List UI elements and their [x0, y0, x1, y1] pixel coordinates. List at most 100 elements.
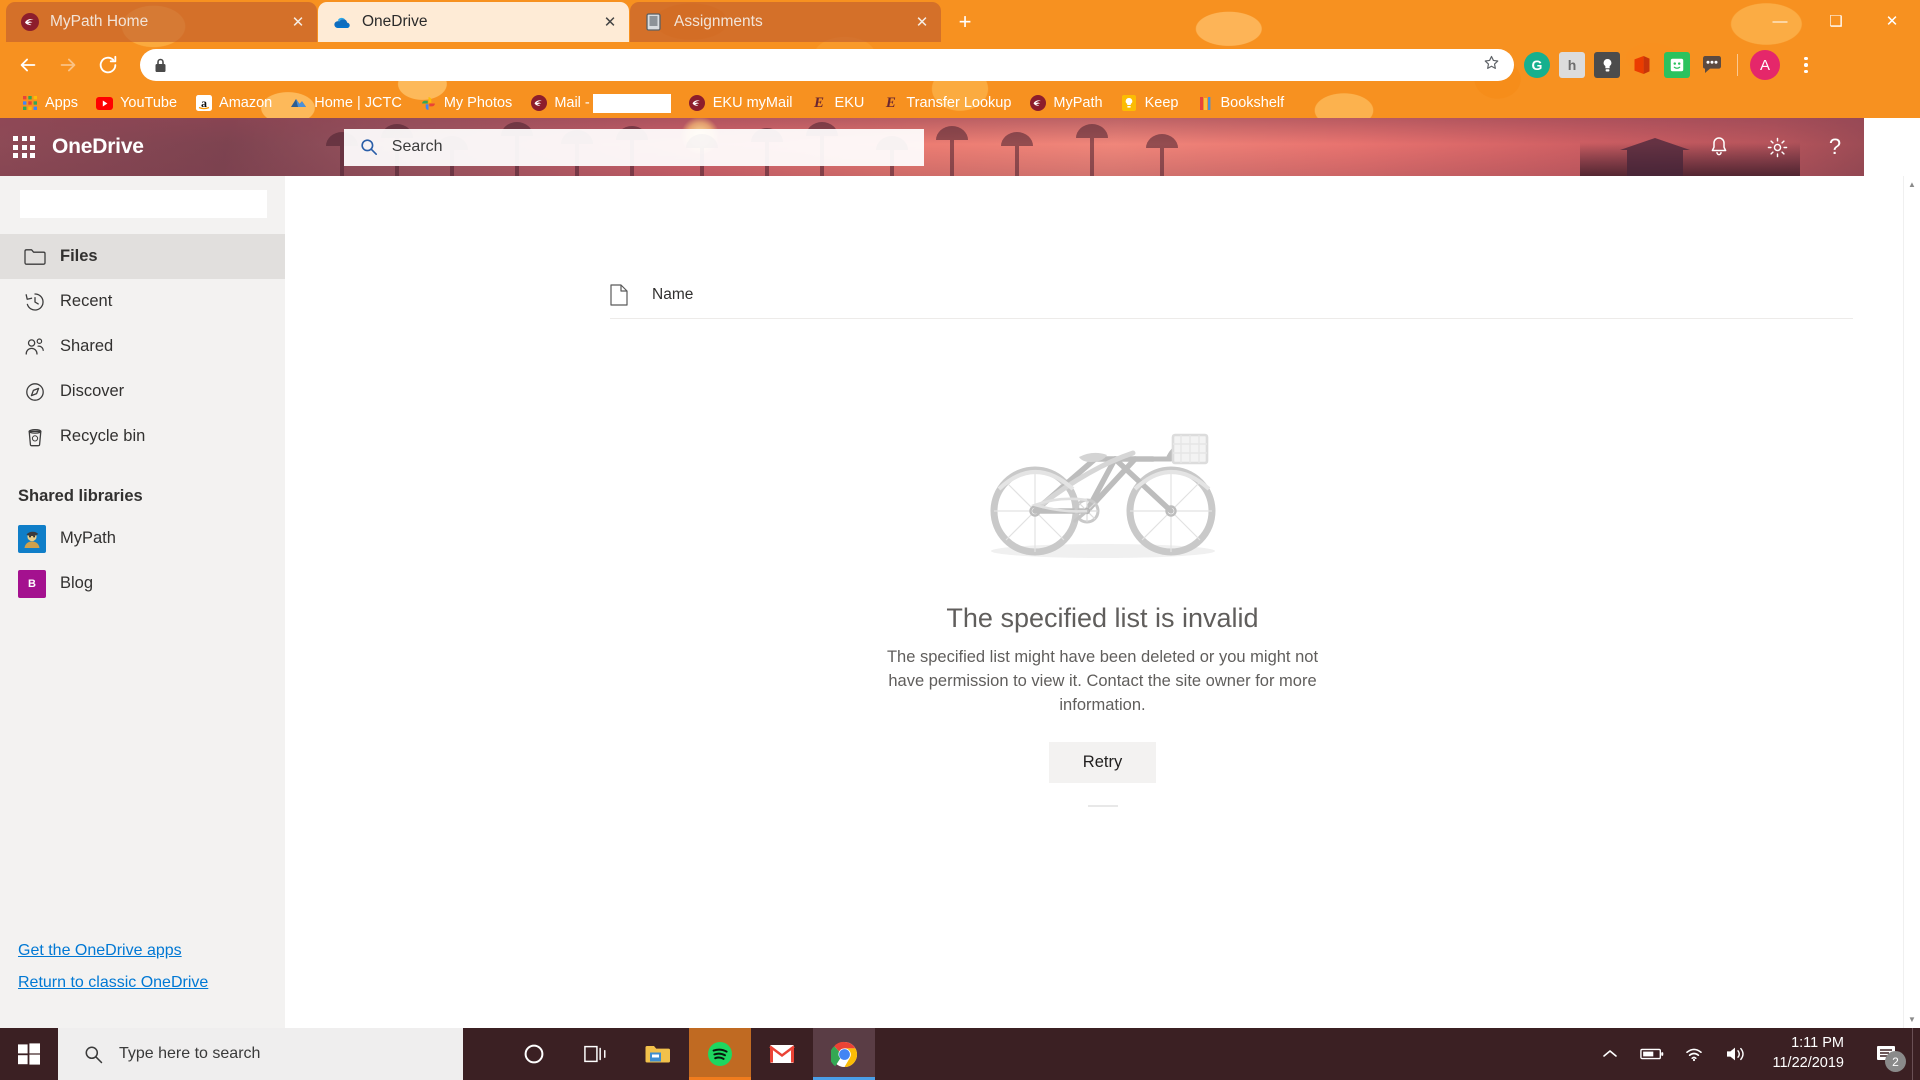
redacted-account-avatar[interactable]: [1864, 118, 1920, 176]
blog-library-icon: B: [18, 569, 46, 598]
chrome-icon[interactable]: [813, 1028, 875, 1080]
bookmark-label: Home | JCTC: [314, 95, 402, 111]
bookmark-label: EKU: [834, 95, 865, 111]
help-question-icon[interactable]: ?: [1806, 118, 1864, 176]
bookmark-label: Amazon: [219, 95, 273, 111]
onedrive-sidebar: Files Recent Shared Discover Recycle bin…: [0, 176, 285, 1028]
tab-strip: MyPath Home ✕ OneDrive ✕ Assignments ✕ +: [0, 0, 1920, 42]
smiley-extension-icon[interactable]: [1664, 52, 1690, 78]
mypath-library-icon: [18, 524, 46, 553]
browser-toolbar: G h A: [0, 42, 1920, 88]
minimize-button[interactable]: —: [1752, 0, 1808, 42]
retry-button[interactable]: Retry: [1048, 741, 1157, 783]
back-arrow-icon[interactable]: [10, 47, 46, 83]
people-icon: [18, 336, 52, 357]
taskbar-app-icons: [503, 1028, 875, 1080]
sidebar-library-mypath[interactable]: MyPath: [0, 516, 285, 561]
scroll-down-arrow[interactable]: ▼: [1904, 1011, 1920, 1028]
bookmark-amazon[interactable]: a Home | JCTC Amazon: [186, 90, 281, 116]
show-hidden-icons-chevron[interactable]: [1589, 1028, 1631, 1080]
eku-icon: E: [885, 94, 896, 111]
clock-history-icon: [18, 291, 52, 313]
search-icon: [84, 1045, 103, 1064]
close-icon[interactable]: ✕: [601, 13, 619, 31]
tab-title: Assignments: [674, 13, 763, 30]
bookmark-bookshelf[interactable]: Bookshelf: [1187, 90, 1293, 116]
file-explorer-icon[interactable]: [627, 1028, 689, 1080]
browser-tab-assignments[interactable]: Assignments ✕: [630, 2, 941, 42]
bookmark-youtube[interactable]: YouTube: [87, 90, 186, 116]
lightbulb-extension-icon[interactable]: [1594, 52, 1620, 78]
browser-tab-mypath-home[interactable]: MyPath Home ✕: [6, 2, 317, 42]
bookmark-mypath[interactable]: MyPath: [1020, 90, 1111, 116]
sidebar-item-discover[interactable]: Discover: [0, 369, 285, 414]
cortana-icon[interactable]: [503, 1028, 565, 1080]
windows-taskbar: Type here to search 1:11 PM 11/22/2019 2: [0, 1028, 1920, 1080]
bookmark-label: My Photos: [443, 95, 513, 111]
window-controls: — ❑ ✕: [1752, 0, 1920, 42]
sidebar-library-blog[interactable]: B Blog: [0, 561, 285, 606]
star-icon[interactable]: [1483, 54, 1500, 76]
trash-icon: [18, 426, 52, 447]
bookshelf-icon: [1196, 95, 1213, 112]
google-keep-icon: [1121, 95, 1138, 112]
wifi-icon[interactable]: [1673, 1028, 1715, 1080]
profile-avatar[interactable]: A: [1750, 50, 1780, 80]
get-onedrive-apps-link[interactable]: Get the OneDrive apps: [18, 942, 285, 960]
mypath-icon: [689, 95, 706, 112]
sidebar-item-recycle-bin[interactable]: Recycle bin: [0, 414, 285, 459]
redacted-email-text: [592, 93, 671, 113]
chrome-menu-icon[interactable]: [1793, 56, 1819, 74]
bookmark-keep[interactable]: Keep: [1112, 90, 1188, 116]
bookmark-label: Mail -: [554, 95, 590, 111]
bookmark-home-jctc[interactable]: Home | JCTC: [281, 90, 411, 116]
close-window-button[interactable]: ✕: [1864, 0, 1920, 42]
taskbar-search-input[interactable]: Type here to search: [58, 1028, 463, 1080]
address-bar[interactable]: [140, 49, 1514, 81]
reload-icon[interactable]: [90, 47, 126, 83]
sidebar-item-recent[interactable]: Recent: [0, 279, 285, 324]
honey-extension-icon[interactable]: h: [1559, 52, 1585, 78]
new-tab-button[interactable]: +: [948, 5, 982, 39]
grammarly-extension-icon[interactable]: G: [1524, 52, 1550, 78]
maximize-button[interactable]: ❑: [1808, 0, 1864, 42]
settings-gear-icon[interactable]: [1748, 118, 1806, 176]
task-view-icon[interactable]: [565, 1028, 627, 1080]
app-launcher-waffle-icon[interactable]: [0, 118, 48, 176]
bookmark-transfer-lookup[interactable]: E Transfer Lookup: [873, 90, 1020, 116]
onedrive-brand-label[interactable]: OneDrive: [52, 135, 144, 159]
windows-start-icon[interactable]: [0, 1028, 58, 1080]
sidebar-item-shared[interactable]: Shared: [0, 324, 285, 369]
action-center-icon[interactable]: 2: [1860, 1028, 1912, 1080]
office-extension-icon[interactable]: [1629, 52, 1655, 78]
bookmark-eku-mymail[interactable]: EKU myMail: [680, 90, 802, 116]
sidebar-item-label: Discover: [60, 382, 125, 400]
empty-state: The specified list is invalid The specif…: [285, 319, 1920, 1028]
close-icon[interactable]: ✕: [289, 13, 307, 31]
show-desktop-button[interactable]: [1912, 1028, 1920, 1080]
chat-extension-icon[interactable]: [1699, 52, 1725, 78]
taskbar-search-placeholder: Type here to search: [119, 1045, 261, 1062]
bookmark-mail[interactable]: Mail -: [521, 90, 679, 116]
spotify-icon[interactable]: [689, 1028, 751, 1080]
forward-arrow-icon: [50, 47, 86, 83]
bookmark-apps[interactable]: Apps: [12, 90, 87, 116]
taskbar-clock[interactable]: 1:11 PM 11/22/2019: [1757, 1034, 1861, 1073]
return-classic-onedrive-link[interactable]: Return to classic OneDrive: [18, 974, 285, 992]
onedrive-search-box[interactable]: Search: [343, 128, 924, 166]
notifications-bell-icon[interactable]: [1690, 118, 1748, 176]
sidebar-search-input[interactable]: [20, 190, 267, 218]
bookmark-eku[interactable]: E EKU: [802, 90, 874, 116]
onedrive-suite-bar: OneDrive Search ?: [0, 118, 1920, 176]
volume-icon[interactable]: [1715, 1028, 1757, 1080]
content-scrollbar[interactable]: ▲ ▼: [1903, 176, 1920, 1028]
battery-icon[interactable]: [1631, 1028, 1673, 1080]
url-text[interactable]: [179, 57, 1483, 73]
scroll-up-arrow[interactable]: ▲: [1904, 176, 1920, 193]
bookmark-my-photos[interactable]: My Photos: [411, 90, 522, 116]
sidebar-item-files[interactable]: Files: [0, 234, 285, 279]
browser-tab-onedrive[interactable]: OneDrive ✕: [318, 2, 629, 42]
gmail-icon[interactable]: [751, 1028, 813, 1080]
close-icon[interactable]: ✕: [913, 13, 931, 31]
column-header-name[interactable]: Name: [652, 286, 693, 304]
